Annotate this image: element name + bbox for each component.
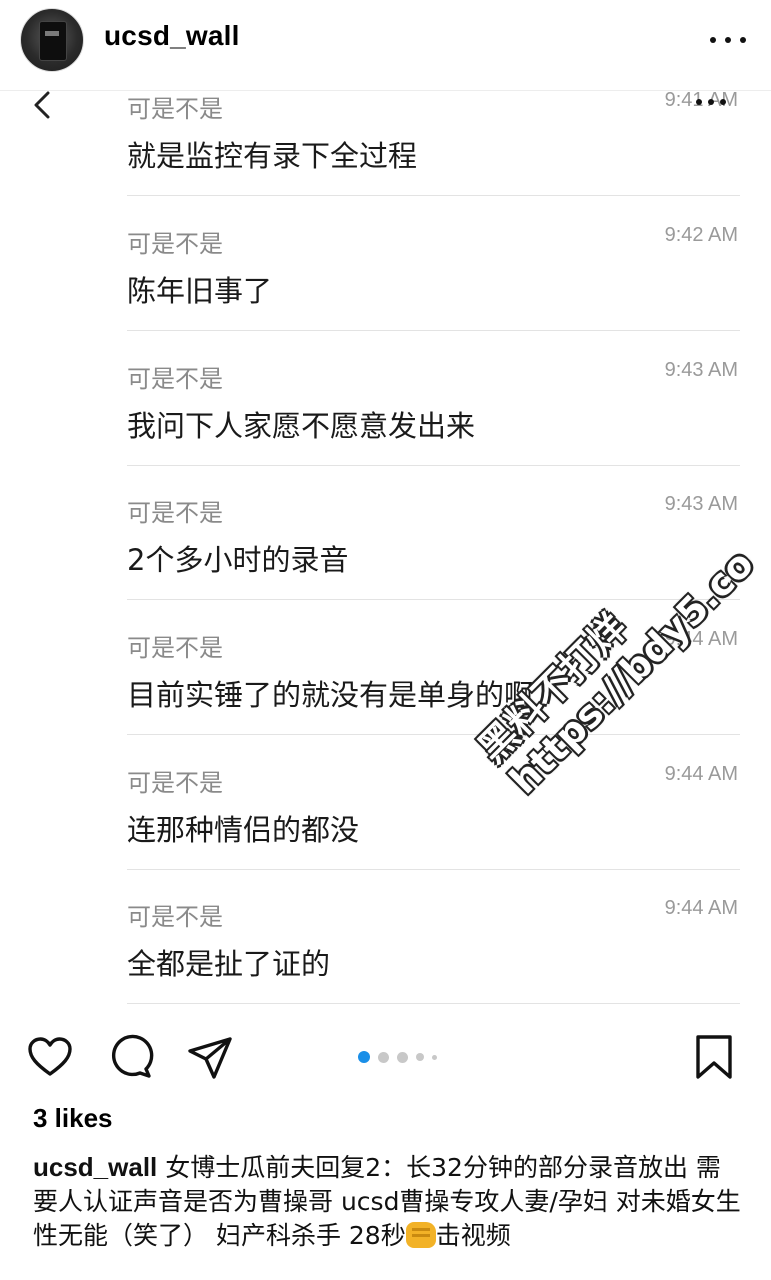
divider: [127, 869, 740, 870]
caption-username[interactable]: ucsd_wall: [33, 1152, 157, 1182]
fist-emoji-icon: [405, 1222, 436, 1248]
message-text: 连那种情侣的都没: [127, 813, 360, 847]
message-time: 9:42 AM: [664, 224, 738, 246]
message-time: 9:44 AM: [664, 763, 738, 785]
message-text: 我问下人家愿不愿意发出来: [127, 409, 476, 443]
divider: [127, 330, 740, 331]
carousel-dot-active: [358, 1051, 370, 1063]
post-image[interactable]: 可是不是 9:41 AM 就是监控有录下全过程 可是不是 9:42 AM 陈年旧…: [0, 90, 771, 1006]
divider: [127, 734, 740, 735]
message-sender: 可是不是: [127, 634, 223, 662]
carousel-dot: [416, 1053, 424, 1061]
comment-icon[interactable]: [106, 1033, 154, 1081]
message-item: 可是不是 9:43 AM 2个多小时的录音: [127, 493, 740, 627]
message-item: 可是不是 9:42 AM 陈年旧事了: [127, 224, 740, 358]
back-chevron-icon: [34, 91, 50, 119]
divider: [127, 1003, 740, 1004]
action-bar: [0, 1025, 771, 1085]
carousel-dot: [378, 1051, 389, 1063]
message-sender: 可是不是: [127, 365, 223, 393]
send-icon[interactable]: [186, 1033, 234, 1081]
message-item: 可是不是 9:44 AM 全都是扯了证的: [127, 897, 740, 1006]
carousel-dot: [432, 1054, 437, 1060]
message-item: 可是不是 9:43 AM 我问下人家愿不愿意发出来: [127, 359, 740, 493]
post-header: ucsd_wall: [0, 0, 771, 90]
message-text: 目前实锤了的就没有是单身的啊: [127, 678, 534, 712]
message-time: 9:43 AM: [664, 359, 738, 381]
divider: [127, 465, 740, 466]
message-time: 9:44 AM: [664, 628, 738, 650]
carousel-dot: [397, 1051, 408, 1063]
carousel-dots: [358, 1051, 437, 1063]
message-item: 可是不是 9:44 AM 目前实锤了的就没有是单身的啊: [127, 628, 740, 762]
message-time: 9:44 AM: [664, 897, 738, 919]
more-options-icon[interactable]: [710, 36, 746, 44]
message-sender: 可是不是: [127, 230, 223, 258]
caption-text-end: 击视频: [435, 1221, 511, 1250]
message-item: 可是不是 9:41 AM 就是监控有录下全过程: [127, 91, 740, 223]
message-time: 9:43 AM: [664, 493, 738, 515]
bookmark-icon[interactable]: [690, 1033, 738, 1081]
message-text: 2个多小时的录音: [127, 543, 349, 577]
message-text: 全都是扯了证的: [127, 947, 331, 981]
message-sender: 可是不是: [127, 769, 223, 797]
avatar[interactable]: [20, 8, 84, 72]
divider: [127, 195, 740, 196]
door-lock-image: [39, 21, 67, 61]
inner-more-icon: [696, 99, 726, 105]
message-sender: 可是不是: [127, 499, 223, 527]
username[interactable]: ucsd_wall: [104, 20, 240, 52]
heart-icon[interactable]: [26, 1033, 74, 1081]
divider: [127, 599, 740, 600]
likes-count[interactable]: 3 likes: [33, 1103, 113, 1134]
message-text: 陈年旧事了: [127, 274, 273, 308]
message-sender: 可是不是: [127, 903, 223, 931]
message-sender: 可是不是: [127, 95, 223, 123]
post-caption: ucsd_wall 女博士瓜前夫回复2：长32分钟的部分录音放出 需要人认证声音…: [33, 1150, 745, 1253]
message-item: 可是不是 9:44 AM 连那种情侣的都没: [127, 763, 740, 897]
message-text: 就是监控有录下全过程: [127, 139, 418, 173]
